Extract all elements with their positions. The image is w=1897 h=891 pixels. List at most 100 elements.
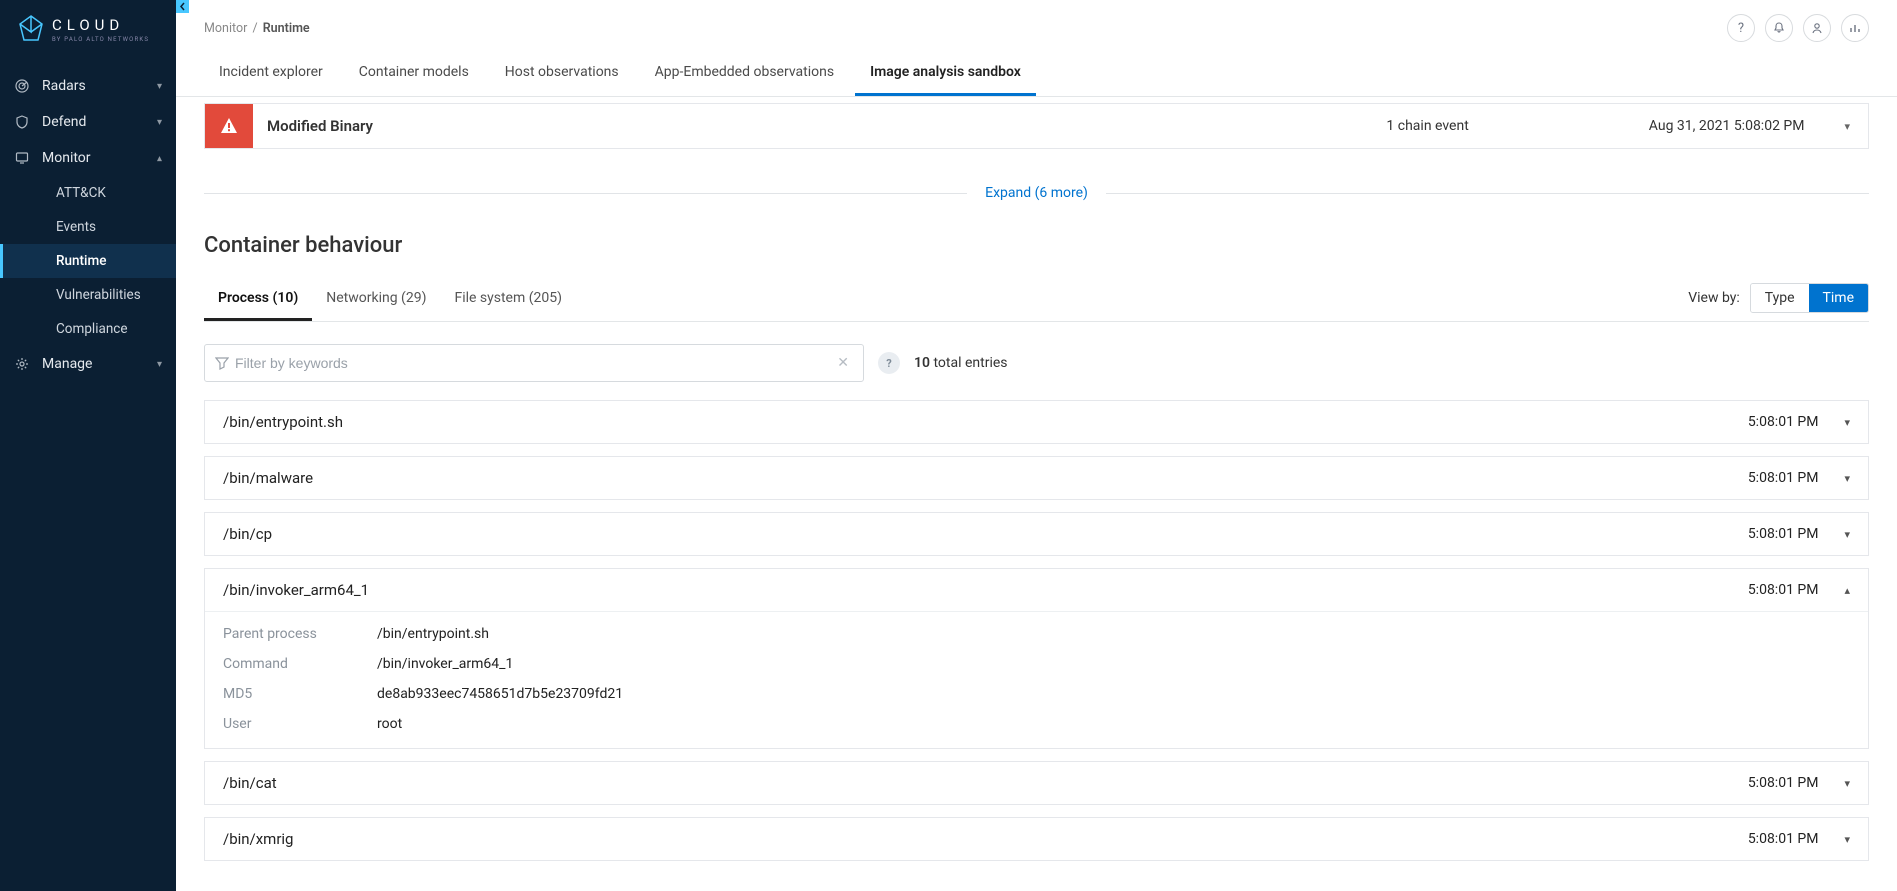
sidebar-item-label: Defend (42, 114, 86, 130)
help-icon[interactable]: ? (1727, 14, 1755, 42)
alert-card[interactable]: Modified Binary 1 chain event Aug 31, 20… (204, 103, 1869, 149)
sidebar-collapse-button[interactable] (176, 0, 189, 13)
btab-file-system[interactable]: File system (205) (440, 280, 576, 321)
process-time: 5:08:01 PM (1748, 582, 1819, 598)
tab-image-analysis-sandbox[interactable]: Image analysis sandbox (855, 54, 1036, 96)
process-name: /bin/cat (223, 774, 277, 792)
process-name: /bin/invoker_arm64_1 (223, 581, 369, 599)
breadcrumb-parent[interactable]: Monitor (204, 21, 247, 36)
btab-networking[interactable]: Networking (29) (312, 280, 440, 321)
section-title: Container behaviour (204, 233, 1869, 258)
process-time: 5:08:01 PM (1748, 526, 1819, 542)
process-row: /bin/cat 5:08:01 PM ▾ (204, 761, 1869, 805)
divider (204, 193, 967, 194)
process-name: /bin/entrypoint.sh (223, 413, 343, 431)
process-row: /bin/malware 5:08:01 PM ▾ (204, 456, 1869, 500)
user-icon[interactable] (1803, 14, 1831, 42)
process-name: /bin/cp (223, 525, 272, 543)
divider (1106, 193, 1869, 194)
chevron-down-icon: ▾ (157, 81, 162, 92)
breadcrumb-current: Runtime (263, 21, 310, 36)
btab-process[interactable]: Process (10) (204, 280, 312, 321)
main-tabs: Incident explorer Container models Host … (176, 46, 1897, 97)
filter-box: ✕ (204, 344, 864, 382)
view-by-control: View by: Type Time (1688, 280, 1869, 321)
tab-host-observations[interactable]: Host observations (490, 54, 634, 96)
chevron-down-icon: ▾ (1844, 416, 1850, 429)
detail-value: /bin/entrypoint.sh (377, 626, 1850, 642)
bell-icon[interactable] (1765, 14, 1793, 42)
chevron-up-icon: ▴ (1844, 584, 1850, 597)
view-by-label: View by: (1688, 290, 1740, 306)
chevron-down-icon: ▾ (1844, 528, 1850, 541)
detail-value: /bin/invoker_arm64_1 (377, 656, 1850, 672)
detail-key: Parent process (223, 626, 353, 642)
process-name: /bin/malware (223, 469, 313, 487)
sidebar-item-manage[interactable]: Manage ▾ (0, 346, 176, 382)
sidebar-sub-attck[interactable]: ATT&CK (0, 176, 176, 210)
process-row-header[interactable]: /bin/entrypoint.sh 5:08:01 PM ▾ (205, 401, 1868, 443)
process-row-header[interactable]: /bin/malware 5:08:01 PM ▾ (205, 457, 1868, 499)
process-row-details: Parent process /bin/entrypoint.sh Comman… (205, 611, 1868, 748)
clear-filter-button[interactable]: ✕ (833, 353, 853, 373)
brand-logo-icon (18, 14, 44, 46)
process-row-header[interactable]: /bin/invoker_arm64_1 5:08:01 PM ▴ (205, 569, 1868, 611)
process-time: 5:08:01 PM (1748, 414, 1819, 430)
view-by-time[interactable]: Time (1809, 284, 1868, 312)
sidebar: CLOUD BY PALO ALTO NETWORKS Radars ▾ Def… (0, 0, 176, 891)
process-time: 5:08:01 PM (1748, 470, 1819, 486)
brand-logo[interactable]: CLOUD BY PALO ALTO NETWORKS (0, 0, 176, 60)
detail-key: User (223, 716, 353, 732)
process-row: /bin/invoker_arm64_1 5:08:01 PM ▴ Parent… (204, 568, 1869, 749)
view-by-type[interactable]: Type (1751, 284, 1809, 312)
radar-icon (14, 78, 30, 94)
filter-input[interactable] (229, 351, 833, 375)
sidebar-subnav-monitor: ATT&CK Events Runtime Vulnerabilities Co… (0, 176, 176, 346)
detail-value: de8ab933eec7458651d7b5e23709fd21 (377, 686, 1850, 702)
tab-container-models[interactable]: Container models (344, 54, 484, 96)
sidebar-sub-vulnerabilities[interactable]: Vulnerabilities (0, 278, 176, 312)
alert-timestamp: Aug 31, 2021 5:08:02 PM (1649, 118, 1805, 134)
sidebar-item-defend[interactable]: Defend ▾ (0, 104, 176, 140)
detail-value: root (377, 716, 1850, 732)
sidebar-item-label: Monitor (42, 150, 91, 166)
chevron-down-icon: ▾ (1844, 472, 1850, 485)
sidebar-nav: Radars ▾ Defend ▾ Monitor ▾ ATT&CK Event… (0, 60, 176, 382)
total-entries: 10 total entries (914, 355, 1008, 371)
header-icons: ? (1727, 14, 1869, 42)
process-time: 5:08:01 PM (1748, 775, 1819, 791)
process-row-header[interactable]: /bin/xmrig 5:08:01 PM ▾ (205, 818, 1868, 860)
process-row: /bin/cp 5:08:01 PM ▾ (204, 512, 1869, 556)
chevron-down-icon: ▾ (1844, 833, 1850, 846)
process-time: 5:08:01 PM (1748, 831, 1819, 847)
tab-incident-explorer[interactable]: Incident explorer (204, 54, 338, 96)
process-row-header[interactable]: /bin/cp 5:08:01 PM ▾ (205, 513, 1868, 555)
gear-icon (14, 356, 30, 372)
detail-key: Command (223, 656, 353, 672)
sidebar-sub-events[interactable]: Events (0, 210, 176, 244)
filter-row: ✕ ? 10 total entries (204, 344, 1869, 382)
breadcrumb-sep: / (252, 21, 257, 36)
stats-icon[interactable] (1841, 14, 1869, 42)
process-name: /bin/xmrig (223, 830, 293, 848)
filter-icon (215, 356, 229, 370)
process-row: /bin/entrypoint.sh 5:08:01 PM ▾ (204, 400, 1869, 444)
header-row: Monitor / Runtime ? (176, 0, 1897, 46)
sidebar-sub-compliance[interactable]: Compliance (0, 312, 176, 346)
filter-help-icon[interactable]: ? (878, 352, 900, 374)
chevron-up-icon: ▾ (157, 153, 162, 164)
breadcrumb: Monitor / Runtime (204, 21, 310, 36)
alert-title: Modified Binary (253, 117, 373, 135)
sidebar-item-radars[interactable]: Radars ▾ (0, 68, 176, 104)
chevron-down-icon: ▾ (1844, 777, 1850, 790)
sidebar-item-label: Radars (42, 78, 86, 94)
sidebar-item-monitor[interactable]: Monitor ▾ (0, 140, 176, 176)
chevron-down-icon: ▾ (157, 117, 162, 128)
chevron-down-icon: ▾ (1844, 120, 1850, 133)
brand-logo-text: CLOUD BY PALO ALTO NETWORKS (52, 18, 149, 43)
process-row-header[interactable]: /bin/cat 5:08:01 PM ▾ (205, 762, 1868, 804)
expand-more-link[interactable]: Expand (6 more) (967, 185, 1106, 201)
alert-severity-icon (205, 104, 253, 148)
tab-app-embedded-observations[interactable]: App-Embedded observations (640, 54, 849, 96)
sidebar-sub-runtime[interactable]: Runtime (0, 244, 176, 278)
